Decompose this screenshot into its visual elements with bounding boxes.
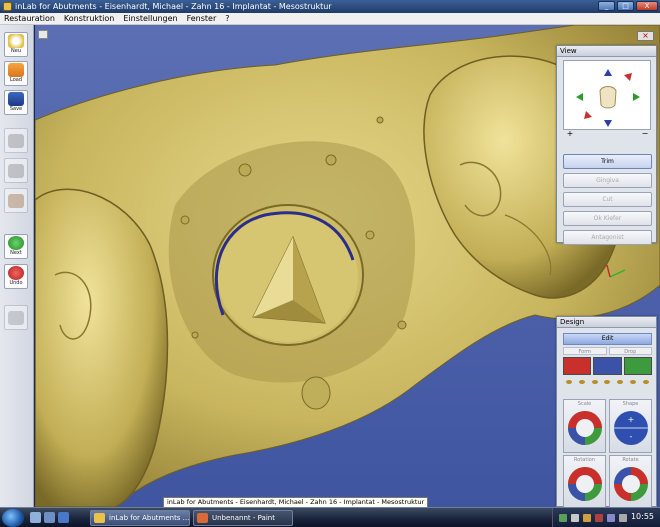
brush-dot[interactable]: [566, 380, 573, 384]
next-button[interactable]: Next: [4, 234, 28, 259]
view-panel: View + − Trim Gingiva Cut Ok Kiefer Anta…: [556, 45, 657, 245]
view-panel-title: View: [557, 46, 656, 57]
menu-restauration[interactable]: Restauration: [4, 13, 55, 24]
scale-wheel[interactable]: Scale: [563, 399, 606, 453]
hand-smooth-icon[interactable]: [623, 357, 652, 375]
design-tools: [563, 357, 652, 375]
next-arrow-icon: [8, 236, 24, 250]
menu-fenster[interactable]: Fenster: [187, 13, 217, 24]
window-controls: _ □ X: [598, 1, 658, 11]
undo-arrow-icon: [8, 266, 24, 280]
start-button[interactable]: [2, 509, 24, 527]
rotation-wheel-icon: [567, 467, 602, 501]
svg-text:-: -: [629, 432, 632, 441]
arrow-down-icon: [604, 120, 612, 127]
arrow-left-icon: [576, 93, 583, 101]
ok-kiefer-button[interactable]: Ok Kiefer: [563, 211, 652, 226]
model-icon: [8, 311, 24, 325]
trim-button[interactable]: Trim: [563, 154, 652, 169]
left-toolbar: Neu Load Save Next Undo: [0, 25, 34, 507]
folder-icon: [8, 63, 24, 77]
rotate-right-icon: [624, 73, 632, 81]
tray-display-icon[interactable]: [607, 514, 615, 522]
close-button[interactable]: X: [636, 1, 658, 11]
design-panel: Design Edit Form Drop Scale Shape + - Ro…: [556, 316, 657, 509]
model-button[interactable]: [4, 305, 28, 330]
arrow-up-icon: [604, 69, 612, 76]
clock[interactable]: 10:55: [631, 512, 654, 521]
cut-button[interactable]: Cut: [563, 192, 652, 207]
menu-help[interactable]: ?: [225, 13, 229, 24]
undo-button[interactable]: Undo: [4, 264, 28, 289]
viewport-close-button[interactable]: ×: [637, 31, 654, 41]
new-button[interactable]: Neu: [4, 32, 28, 57]
rotate-left-icon: [584, 111, 592, 119]
tray-misc-icon[interactable]: [619, 514, 627, 522]
tooth-tool-2-button[interactable]: [4, 158, 28, 183]
tooth-gray-icon: [8, 134, 24, 148]
document-icon: [38, 30, 48, 39]
brush-dot[interactable]: [642, 380, 649, 384]
antagonist-button[interactable]: Antagonist: [563, 230, 652, 245]
window-title: inLab for Abutments - Eisenhardt, Michae…: [15, 2, 332, 11]
hand-add-icon[interactable]: [563, 357, 592, 375]
gingiva-button[interactable]: Gingiva: [563, 173, 652, 188]
scale-wheel-icon: [567, 411, 602, 445]
tray-security-icon[interactable]: [595, 514, 603, 522]
arrow-right-icon: [633, 93, 640, 101]
orientation-arrows: [576, 69, 640, 127]
menu-bar: Restauration Konstruktion Einstellungen …: [0, 13, 660, 25]
tooth-tool-1-button[interactable]: [4, 128, 28, 153]
tab-form[interactable]: Form: [563, 347, 607, 355]
zoom-in-button[interactable]: +: [565, 130, 575, 138]
brush-dot[interactable]: [579, 380, 586, 384]
tooth-gray-icon: [8, 164, 24, 178]
rotation-wheel[interactable]: Rotation: [563, 455, 606, 509]
browser-icon[interactable]: [58, 512, 69, 523]
task-inlab[interactable]: inLab for Abutments ...: [90, 510, 190, 526]
tray-network-icon[interactable]: [559, 514, 567, 522]
app-icon: [3, 2, 12, 11]
tooth-tool-3-button[interactable]: [4, 188, 28, 213]
design-panel-title: Design: [557, 317, 656, 328]
shape-wheel[interactable]: Shape + -: [609, 399, 652, 453]
shape-wheel-icon: + -: [613, 411, 648, 445]
brush-dot[interactable]: [617, 380, 624, 384]
tooth-icon: [599, 86, 617, 109]
save-button[interactable]: Save: [4, 90, 28, 115]
brush-dot[interactable]: [604, 380, 611, 384]
view-orientation-cube[interactable]: [563, 60, 651, 130]
brush-size-selector[interactable]: [563, 378, 652, 386]
taskbar: inLab for Abutments ... Unbenannt - Pain…: [0, 507, 660, 527]
application-window: inLab for Abutments - Eisenhardt, Michae…: [0, 0, 660, 527]
inlab-task-icon: [94, 513, 105, 523]
title-bar: inLab for Abutments - Eisenhardt, Michae…: [0, 0, 660, 13]
system-tray: 10:55: [552, 508, 660, 527]
tab-drop[interactable]: Drop: [608, 347, 652, 355]
save-icon: [8, 92, 24, 106]
brush-dot[interactable]: [591, 380, 598, 384]
menu-konstruktion[interactable]: Konstruktion: [64, 13, 114, 24]
svg-text:+: +: [627, 415, 634, 424]
brush-dot[interactable]: [629, 380, 636, 384]
edit-section: Edit Form Drop: [563, 333, 652, 386]
show-desktop-icon[interactable]: [30, 512, 41, 523]
paint-task-icon: [197, 513, 208, 523]
design-tabs: Form Drop: [563, 347, 652, 355]
maximize-button[interactable]: □: [617, 1, 634, 11]
hand-select-icon[interactable]: [593, 357, 622, 375]
rotate-wheel[interactable]: Rotate: [609, 455, 652, 509]
menu-einstellungen[interactable]: Einstellungen: [123, 13, 177, 24]
new-icon: [8, 34, 24, 48]
zoom-out-button[interactable]: −: [640, 130, 650, 138]
minimize-button[interactable]: _: [598, 1, 615, 11]
tray-volume-icon[interactable]: [571, 514, 579, 522]
tray-app-icon[interactable]: [583, 514, 591, 522]
rotate-wheel-icon: [613, 467, 648, 501]
switch-windows-icon[interactable]: [44, 512, 55, 523]
task-paint[interactable]: Unbenannt - Paint: [193, 510, 293, 526]
load-button[interactable]: Load: [4, 61, 28, 86]
tooth-brown-icon: [8, 194, 24, 208]
edit-button[interactable]: Edit: [563, 333, 652, 345]
